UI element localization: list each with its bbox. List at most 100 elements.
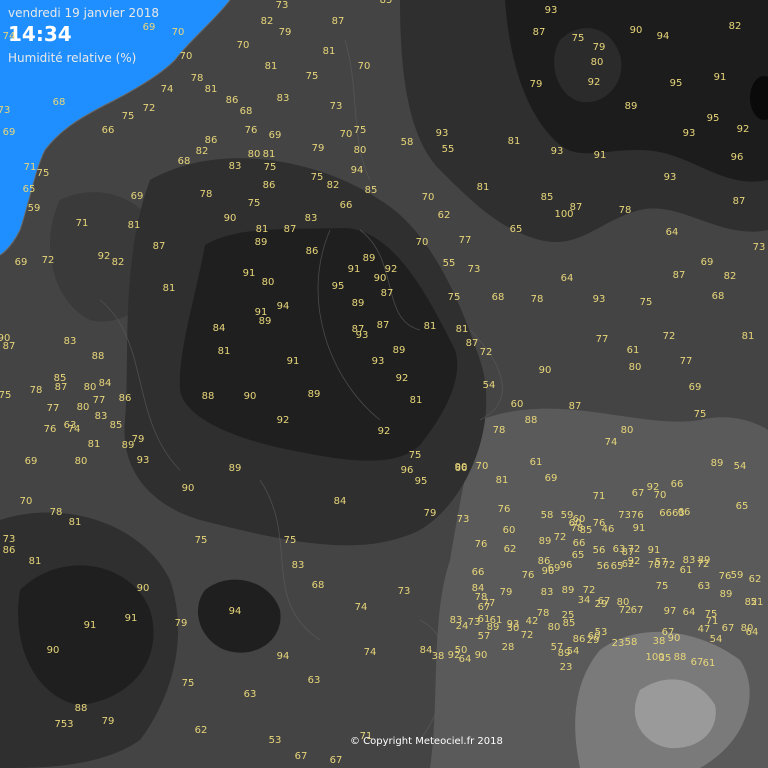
- station-value: 77: [482, 598, 496, 609]
- station-value: 91: [83, 620, 97, 631]
- station-value: 83: [304, 213, 318, 224]
- station-value: 94: [350, 165, 364, 176]
- station-value: 83: [94, 411, 108, 422]
- station-value: 92: [276, 415, 290, 426]
- station-value: 71: [592, 491, 606, 502]
- station-value: 83: [63, 336, 77, 347]
- station-value: 7376: [618, 510, 644, 521]
- station-value: 87: [331, 16, 345, 27]
- station-value: 82: [744, 597, 758, 608]
- station-value: 87: [380, 288, 394, 299]
- station-value: 70: [415, 237, 429, 248]
- station-value: 91: [647, 545, 661, 556]
- station-value: 81: [495, 475, 509, 486]
- station-value: 70: [339, 129, 353, 140]
- station-value: 80: [590, 57, 604, 68]
- station-value: 79: [278, 27, 292, 38]
- station-value: 86: [225, 95, 239, 106]
- station-value: 72: [41, 255, 55, 266]
- station-value: 81: [476, 182, 490, 193]
- station-value: 93: [592, 294, 606, 305]
- station-value: 80: [74, 456, 88, 467]
- station-value: 72: [142, 103, 156, 114]
- station-value: 75: [247, 198, 261, 209]
- station-value: 30: [506, 623, 520, 634]
- station-value: 64: [665, 227, 679, 238]
- station-value: 78: [29, 385, 43, 396]
- station-value: 81: [162, 283, 176, 294]
- station-value: 91: [593, 150, 607, 161]
- station-value: 75: [353, 125, 367, 136]
- station-value: 68: [491, 292, 505, 303]
- station-value: 81: [28, 556, 42, 567]
- station-value: 79: [529, 79, 543, 90]
- station-value: 92: [377, 426, 391, 437]
- station-value: 89: [557, 648, 571, 659]
- station-value: 58: [540, 510, 554, 521]
- station-value: 92: [736, 124, 750, 135]
- station-value: 87: [532, 27, 546, 38]
- station-value: 89: [538, 536, 552, 547]
- station-value: 93: [550, 146, 564, 157]
- station-value: 70: [475, 461, 489, 472]
- station-value: 46: [601, 524, 615, 535]
- station-value: 66: [572, 538, 586, 549]
- station-value: 55: [442, 258, 456, 269]
- station-value: 63: [697, 581, 711, 592]
- station-value: 83: [291, 560, 305, 571]
- station-value: 75: [639, 297, 653, 308]
- station-value: 58: [624, 637, 638, 648]
- station-value: 87: [672, 270, 686, 281]
- station-value: 61: [679, 565, 693, 576]
- station-value: 69: [2, 127, 16, 138]
- station-value: 70: [421, 192, 435, 203]
- station-value: 96: [559, 560, 573, 571]
- station-value: 42: [525, 616, 539, 627]
- station-value: 94: [276, 651, 290, 662]
- station-value: 73: [456, 514, 470, 525]
- station-value: 68: [52, 97, 66, 108]
- station-value: 69: [24, 456, 38, 467]
- station-value: 89: [710, 458, 724, 469]
- station-value: 82: [723, 271, 737, 282]
- station-value: 81: [322, 46, 336, 57]
- station-value: 81: [423, 321, 437, 332]
- station-value: 84: [98, 378, 112, 389]
- station-value: 91: [124, 613, 138, 624]
- station-value: 69: [268, 130, 282, 141]
- station-value: 81: [255, 224, 269, 235]
- station-value: 75: [447, 292, 461, 303]
- station-value: 68: [711, 291, 725, 302]
- station-value: 91: [286, 356, 300, 367]
- station-value: 23: [559, 662, 573, 673]
- station-value: 75: [0, 390, 12, 401]
- station-value: 75: [655, 581, 669, 592]
- station-value: 67: [294, 751, 308, 762]
- station-value: 92: [627, 556, 641, 567]
- station-value: 67: [630, 605, 644, 616]
- station-value: 34: [577, 595, 591, 606]
- station-value: 73: [752, 242, 766, 253]
- station-value: 91: [632, 523, 646, 534]
- station-value: 93: [663, 172, 677, 183]
- station-value: 90: [46, 645, 60, 656]
- station-value: 94: [276, 301, 290, 312]
- station-value: 87: [376, 320, 390, 331]
- station-value: 78: [530, 294, 544, 305]
- station-value: 89: [258, 316, 272, 327]
- station-value: 56: [596, 561, 610, 572]
- station-value: 79: [101, 716, 115, 727]
- station-value: 95: [414, 476, 428, 487]
- station-value: 88: [524, 415, 538, 426]
- station-value: 87: [2, 341, 16, 352]
- station-value: 73: [397, 586, 411, 597]
- station-value: 63: [307, 675, 321, 686]
- station-value: 47: [697, 624, 711, 635]
- station-value: 90: [181, 483, 195, 494]
- station-value: 96: [730, 152, 744, 163]
- station-value: 73: [0, 105, 11, 116]
- station-value: 76: [474, 539, 488, 550]
- station-value: 89: [719, 589, 733, 600]
- station-value: 78: [190, 73, 204, 84]
- station-value: 80: [76, 402, 90, 413]
